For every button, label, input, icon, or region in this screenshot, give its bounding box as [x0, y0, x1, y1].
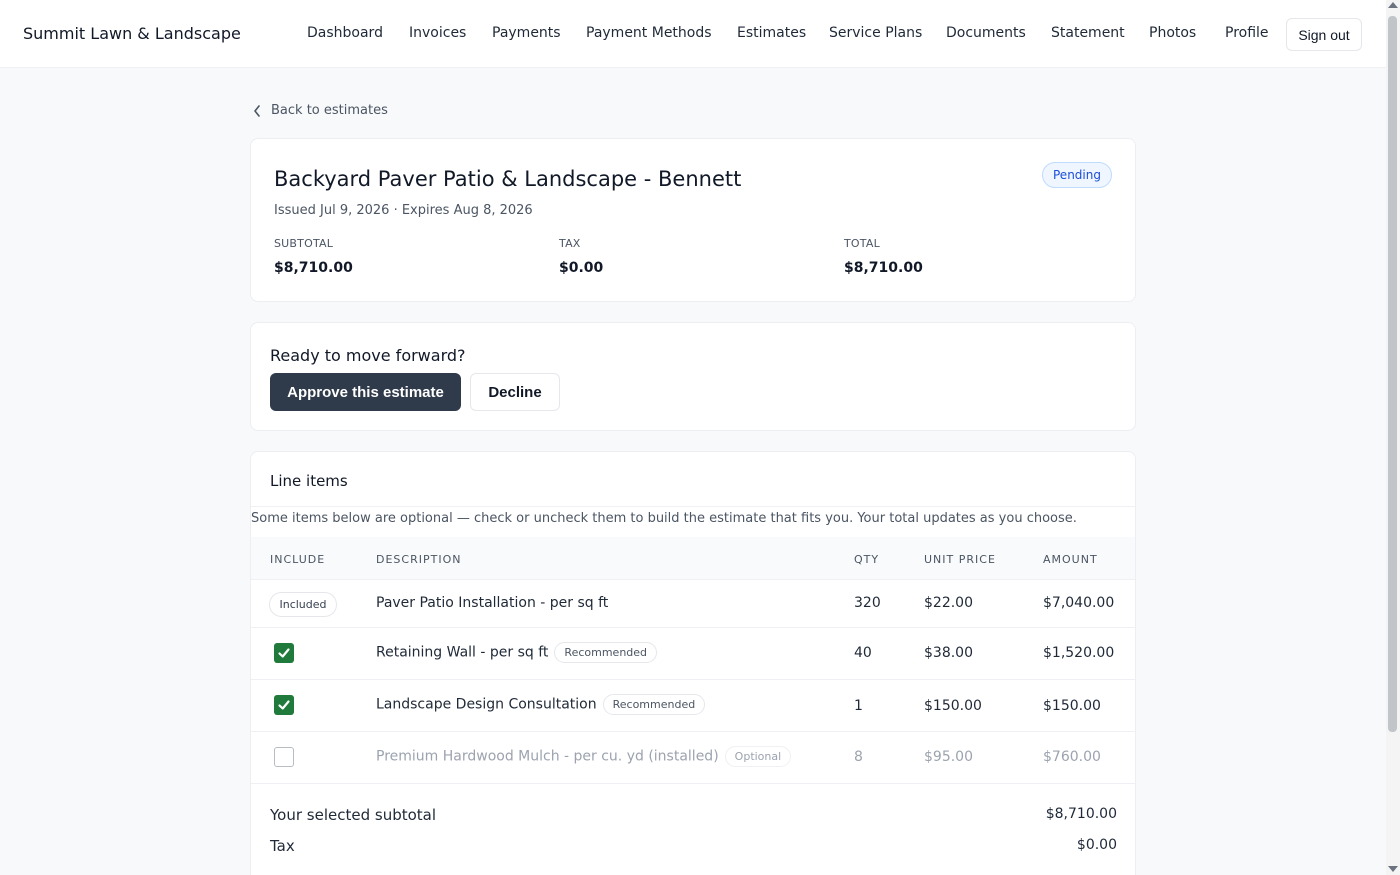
selected-subtotal-row: Your selected subtotal $8,710.00: [270, 806, 1117, 824]
row-description: Premium Hardwood Mulch - per cu. yd (ins…: [376, 748, 719, 765]
status-badge: Pending: [1042, 162, 1112, 188]
line-items-title: Line items: [270, 472, 348, 490]
top-bar: Summit Lawn & Landscape Dashboard Invoic…: [0, 0, 1386, 68]
brand-name[interactable]: Summit Lawn & Landscape: [23, 24, 241, 43]
row-unit-price: $95.00: [924, 749, 973, 765]
scroll-up-icon[interactable]: [1388, 2, 1398, 8]
tax-value: $0.00: [559, 260, 604, 276]
row-unit-price: $38.00: [924, 645, 973, 661]
row-description: Retaining Wall - per sq ft: [376, 644, 549, 661]
nav-payment-methods[interactable]: Payment Methods: [586, 25, 712, 41]
approval-card: Ready to move forward? Approve this esti…: [250, 322, 1136, 431]
include-checkbox[interactable]: [274, 747, 294, 767]
subtotal-label: SUBTOTAL: [274, 237, 334, 250]
row-description-cell: Retaining Wall - per sq ft Recommended: [376, 642, 658, 663]
total-label: TOTAL: [844, 237, 880, 250]
nav-photos[interactable]: Photos: [1149, 25, 1196, 41]
row-qty: 8: [854, 749, 863, 765]
nav-documents[interactable]: Documents: [946, 25, 1026, 41]
row-description-cell: Premium Hardwood Mulch - per cu. yd (ins…: [376, 746, 792, 767]
row-amount: $1,520.00: [1043, 645, 1115, 661]
selected-subtotal-value: $8,710.00: [1045, 806, 1117, 822]
approval-heading: Ready to move forward?: [270, 346, 466, 365]
table-header: INCLUDE DESCRIPTION QTY UNIT PRICE AMOUN…: [251, 537, 1135, 580]
column-header-qty: QTY: [854, 553, 880, 566]
scrollbar-thumb[interactable]: [1388, 16, 1397, 732]
included-badge: Included: [269, 592, 337, 617]
recommended-tag: Recommended: [602, 694, 706, 715]
table-row: Premium Hardwood Mulch - per cu. yd (ins…: [251, 732, 1135, 784]
include-checkbox[interactable]: [274, 643, 294, 663]
nav-invoices[interactable]: Invoices: [409, 25, 466, 41]
divider: [251, 506, 1135, 507]
tax-row: Tax $0.00: [270, 837, 1117, 855]
column-header-amount: AMOUNT: [1043, 553, 1098, 566]
nav-estimates[interactable]: Estimates: [737, 25, 806, 41]
nav-dashboard[interactable]: Dashboard: [307, 25, 383, 41]
back-link-label: Back to estimates: [271, 103, 388, 118]
nav-payments[interactable]: Payments: [492, 25, 561, 41]
table-row: Retaining Wall - per sq ft Recommended 40…: [251, 628, 1135, 680]
line-items-card: Line items Some items below are optional…: [250, 451, 1136, 875]
estimate-dates: Issued Jul 9, 2026 · Expires Aug 8, 2026: [274, 203, 533, 218]
sign-out-button[interactable]: Sign out: [1286, 18, 1362, 51]
scroll-down-icon[interactable]: [1388, 866, 1398, 872]
checkmark-icon: [278, 700, 290, 710]
approve-estimate-button[interactable]: Approve this estimate: [270, 373, 461, 411]
column-header-include: INCLUDE: [270, 553, 326, 566]
chevron-left-icon: [254, 104, 260, 117]
line-items-note: Some items below are optional — check or…: [251, 511, 1077, 526]
decline-button[interactable]: Decline: [470, 373, 560, 411]
row-qty: 320: [854, 595, 881, 611]
estimate-summary-card: Backyard Paver Patio & Landscape - Benne…: [250, 138, 1136, 302]
row-amount: $760.00: [1043, 749, 1101, 765]
row-description: Paver Patio Installation - per sq ft: [376, 595, 609, 611]
checkmark-icon: [278, 648, 290, 658]
nav-profile[interactable]: Profile: [1225, 25, 1269, 41]
table-row: Included Paver Patio Installation - per …: [251, 580, 1135, 628]
column-header-description: DESCRIPTION: [376, 553, 462, 566]
table-row: Landscape Design Consultation Recommended…: [251, 680, 1135, 732]
nav-statement[interactable]: Statement: [1051, 25, 1125, 41]
row-amount: $150.00: [1043, 698, 1101, 714]
back-to-estimates-link[interactable]: Back to estimates: [252, 103, 388, 118]
total-value: $8,710.00: [844, 260, 923, 276]
row-amount: $7,040.00: [1043, 595, 1115, 611]
tax-label: TAX: [559, 237, 581, 250]
estimate-title: Backyard Paver Patio & Landscape - Benne…: [274, 167, 742, 191]
footer-tax-value: $0.00: [1076, 837, 1117, 853]
row-unit-price: $150.00: [924, 698, 982, 714]
column-header-unit-price: UNIT PRICE: [924, 553, 996, 566]
footer-tax-label: Tax: [270, 837, 295, 855]
nav-service-plans[interactable]: Service Plans: [829, 25, 922, 41]
row-description: Landscape Design Consultation: [376, 696, 597, 713]
include-checkbox[interactable]: [274, 695, 294, 715]
row-unit-price: $22.00: [924, 595, 973, 611]
row-qty: 1: [854, 698, 863, 714]
optional-tag: Optional: [724, 746, 792, 767]
row-description-cell: Landscape Design Consultation Recommended: [376, 694, 706, 715]
selected-subtotal-label: Your selected subtotal: [270, 806, 437, 824]
subtotal-value: $8,710.00: [274, 260, 353, 276]
row-qty: 40: [854, 645, 872, 661]
recommended-tag: Recommended: [554, 642, 658, 663]
